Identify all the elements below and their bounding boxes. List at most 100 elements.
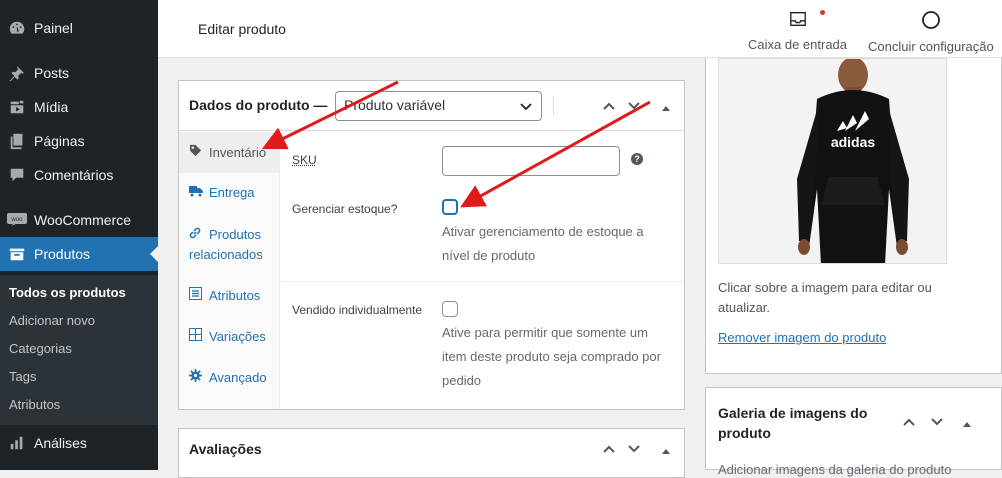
top-header: Editar produto Caixa de entrada Concluir… xyxy=(158,0,1002,58)
collapse-toggle-button[interactable] xyxy=(661,444,671,459)
caret-up-icon xyxy=(661,103,671,113)
menu-item-painel[interactable]: Painel xyxy=(0,11,158,45)
product-data-tabs: Inventário Entrega Produtos relacionados… xyxy=(179,132,280,409)
chevron-down-icon xyxy=(627,442,641,456)
tab-entrega[interactable]: Entrega xyxy=(179,183,280,203)
menu-item-produtos[interactable]: Produtos xyxy=(0,237,158,271)
menu-label: Produtos xyxy=(34,246,90,262)
product-data-title: Dados do produto — xyxy=(189,97,327,113)
menu-item-paginas[interactable]: Páginas xyxy=(0,124,158,158)
menu-item-woocommerce[interactable]: woo WooCommerce xyxy=(0,203,158,237)
menu-label: Mídia xyxy=(34,99,68,115)
submenu-item-todos-os-produtos[interactable]: Todos os produtos xyxy=(9,285,126,300)
sku-input[interactable] xyxy=(442,146,620,176)
product-data-header: Dados do produto — Produto variável xyxy=(179,81,684,131)
section-divider xyxy=(281,281,684,282)
reviews-box: Avaliações xyxy=(178,428,685,478)
move-up-button[interactable] xyxy=(602,99,616,116)
finish-setup-button[interactable]: Concluir configuração xyxy=(868,10,994,54)
reviews-title: Avaliações xyxy=(189,441,262,457)
product-image[interactable]: adidas xyxy=(718,58,947,264)
move-down-button[interactable] xyxy=(627,442,641,459)
notification-dot xyxy=(820,10,825,15)
product-data-box: Dados do produto — Produto variável Inve… xyxy=(178,80,685,410)
brand-logo-text: adidas xyxy=(831,134,876,150)
product-gallery-box: Galeria de imagens do produto Adicionar … xyxy=(705,387,1002,470)
gallery-title: Galeria de imagens do produto xyxy=(718,403,888,443)
list-icon xyxy=(189,286,205,306)
menu-label: Painel xyxy=(34,20,73,36)
inbox-label: Caixa de entrada xyxy=(748,37,847,52)
products-submenu: Todos os produtos Adicionar novo Categor… xyxy=(0,275,158,425)
manage-stock-checkbox[interactable] xyxy=(442,199,458,215)
product-image-panel: adidas Clicar sobre a imagem para editar… xyxy=(705,58,1002,374)
move-up-button[interactable] xyxy=(902,415,916,432)
admin-sidebar: Painel Posts Mídia Páginas Comentários w… xyxy=(0,0,158,470)
tab-label: Entrega xyxy=(209,185,255,200)
menu-item-posts[interactable]: Posts xyxy=(0,56,158,90)
tab-label: Atributos xyxy=(209,288,260,303)
tab-atributos[interactable]: Atributos xyxy=(179,286,280,306)
menu-item-midia[interactable]: Mídia xyxy=(0,90,158,124)
chevron-down-icon xyxy=(519,99,533,116)
sold-individually-label: Vendido individualmente xyxy=(292,303,422,317)
submenu-item-categorias[interactable]: Categorias xyxy=(9,341,72,356)
dashboard-icon xyxy=(0,19,34,37)
image-edit-hint: Clicar sobre a imagem para editar ou atu… xyxy=(718,278,948,318)
sku-label: SKU xyxy=(292,153,317,167)
submenu-item-atributos[interactable]: Atributos xyxy=(9,397,60,412)
help-icon[interactable]: ? xyxy=(631,153,643,165)
tab-label: Inventário xyxy=(209,145,266,160)
chevron-up-icon xyxy=(902,415,916,429)
menu-label: Posts xyxy=(34,65,69,81)
submenu-item-tags[interactable]: Tags xyxy=(9,369,36,384)
chevron-down-icon xyxy=(930,415,944,429)
truck-icon xyxy=(189,183,205,203)
menu-item-comentarios[interactable]: Comentários xyxy=(0,158,158,192)
tab-produtos-relacionados[interactable]: Produtos relacionados xyxy=(179,225,279,265)
caret-up-icon xyxy=(962,419,972,429)
remove-image-link[interactable]: Remover imagem do produto xyxy=(718,330,886,345)
sold-individually-checkbox[interactable] xyxy=(442,301,458,317)
product-type-select[interactable]: Produto variável xyxy=(335,91,542,121)
chevron-up-icon xyxy=(602,442,616,456)
media-icon xyxy=(0,98,34,116)
page-title: Editar produto xyxy=(198,21,286,37)
collapse-toggle-button[interactable] xyxy=(962,417,972,432)
progress-circle-icon xyxy=(921,10,941,33)
menu-label: Análises xyxy=(34,435,87,451)
product-type-value: Produto variável xyxy=(344,97,445,113)
chevron-up-icon xyxy=(602,99,616,113)
collapse-toggle-button[interactable] xyxy=(661,101,671,116)
submenu-item-adicionar-novo[interactable]: Adicionar novo xyxy=(9,313,95,328)
move-up-button[interactable] xyxy=(602,442,616,459)
hoodie-photo-icon: adidas xyxy=(719,59,947,264)
finish-setup-label: Concluir configuração xyxy=(868,39,994,54)
pin-icon xyxy=(0,64,34,82)
svg-text:woo: woo xyxy=(10,217,23,223)
sold-individually-description: Ative para permitir que somente um item … xyxy=(442,321,662,393)
menu-label: Comentários xyxy=(34,167,113,183)
grid-icon xyxy=(189,327,205,347)
move-down-button[interactable] xyxy=(930,415,944,432)
tab-label: Variações xyxy=(209,329,266,344)
chevron-down-icon xyxy=(627,99,641,113)
tab-avancado[interactable]: Avançado xyxy=(179,368,280,388)
gear-icon xyxy=(189,368,205,388)
woo-icon: woo xyxy=(0,213,34,227)
tab-inventario[interactable]: Inventário xyxy=(179,132,280,173)
products-icon xyxy=(0,245,34,263)
link-icon xyxy=(189,225,205,245)
caret-up-icon xyxy=(661,446,671,456)
tab-variacoes[interactable]: Variações xyxy=(179,327,280,347)
manage-stock-description: Ativar gerenciamento de estoque a nível … xyxy=(442,220,672,268)
tab-label: Avançado xyxy=(209,370,267,385)
analytics-icon xyxy=(0,434,34,452)
menu-item-analises[interactable]: Análises xyxy=(0,426,158,460)
menu-label: Páginas xyxy=(34,133,85,149)
pages-icon xyxy=(0,132,34,150)
manage-stock-label: Gerenciar estoque? xyxy=(292,202,397,216)
inbox-button[interactable]: Caixa de entrada xyxy=(748,10,847,52)
move-down-button[interactable] xyxy=(627,99,641,116)
header-divider xyxy=(553,97,554,115)
